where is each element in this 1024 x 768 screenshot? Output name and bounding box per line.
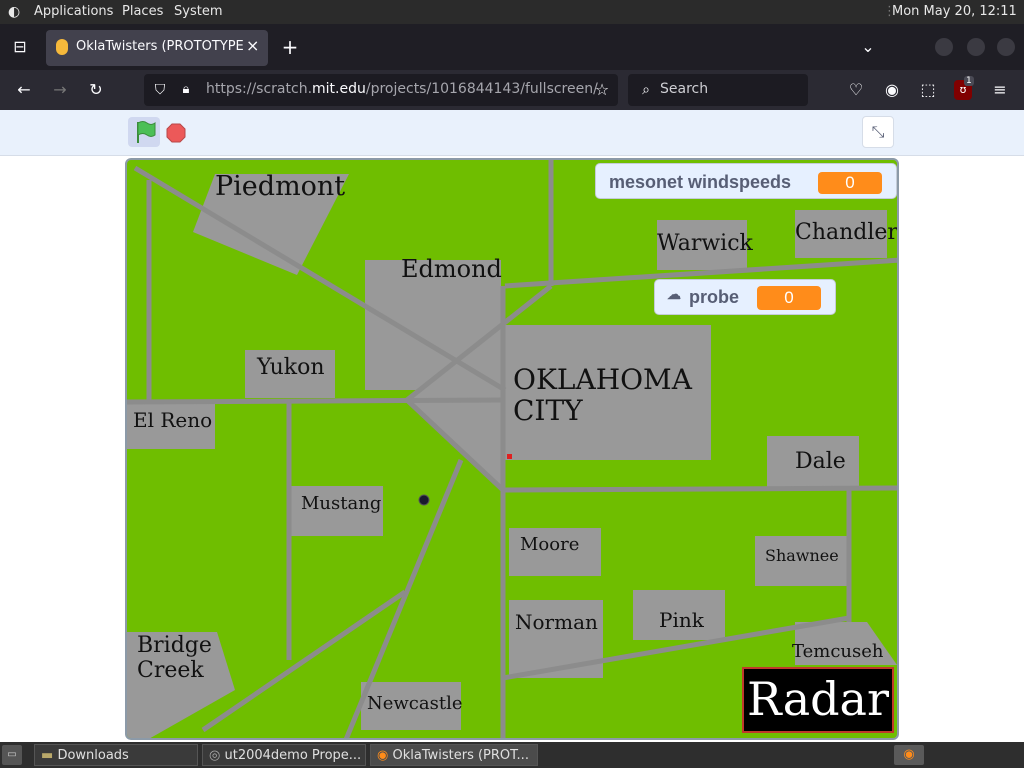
green-flag-button[interactable] (128, 117, 160, 147)
close-window-button[interactable] (997, 38, 1015, 56)
label-oklahoma-city: OKLAHOMA CITY (513, 363, 692, 428)
storm-marker[interactable] (418, 494, 430, 506)
radar-button[interactable]: Radar (742, 667, 894, 733)
green-flag-icon (137, 121, 156, 143)
mesonet-value: 0 (818, 172, 882, 194)
map-canvas (127, 160, 897, 738)
label-warwick: Warwick (657, 231, 753, 256)
show-desktop-icon[interactable]: ▭ (2, 745, 22, 765)
probe-sprite[interactable] (507, 454, 512, 459)
label-el-reno: El Reno (133, 408, 213, 432)
exit-fullscreen-icon[interactable]: ⤡ (862, 116, 894, 148)
scratch-stage[interactable]: Piedmont Edmond Warwick Chandler Yukon O… (125, 158, 899, 740)
search-placeholder: Search (660, 81, 709, 97)
tab-close-icon[interactable]: × (246, 36, 259, 55)
navigation-toolbar: ← → ↻ ⛉ 🔒︎ https://scratch.mit.edu/proje… (0, 70, 1024, 110)
system-menu[interactable]: System (174, 0, 222, 24)
reload-icon[interactable]: ↻ (84, 78, 108, 102)
probe-sprite-icon: ☁ (667, 286, 681, 302)
places-menu[interactable]: Places (122, 0, 163, 24)
scratch-controls-bar: ⤡ (0, 110, 1024, 156)
label-bridge-creek: Bridge Creek (137, 633, 212, 683)
url-prefix: https://scratch. (206, 81, 313, 97)
system-top-bar: ◐ Applications Places System ⋮ Mon May 2… (0, 0, 1024, 43)
tab-oklatwisters[interactable]: OklaTwisters (PROTOTYPE) × (46, 30, 268, 66)
taskbar-label-downloads: Downloads (57, 748, 129, 763)
label-moore: Moore (520, 534, 580, 555)
tab-strip: ⊟ OklaTwisters (PROTOTYPE) × + ⌄ (0, 24, 1024, 70)
probe-value: 0 (757, 286, 821, 310)
mesonet-label: mesonet windspeeds (609, 172, 792, 192)
label-shawnee: Shawnee (765, 546, 839, 565)
list-all-tabs-chevron-icon[interactable]: ⌄ (856, 35, 880, 59)
bookmark-star-icon[interactable]: ☆ (590, 78, 614, 102)
url-bar[interactable]: ⛉ 🔒︎ https://scratch.mit.edu/projects/10… (144, 74, 618, 106)
label-mustang: Mustang (301, 493, 382, 514)
taskbar-item-downloads[interactable]: ▬ Downloads (34, 744, 198, 766)
url-domain: mit.edu (312, 81, 366, 97)
road-i40-west (127, 397, 506, 405)
maximize-window-button[interactable] (967, 38, 985, 56)
account-icon[interactable]: ◉ (880, 78, 904, 102)
label-edmond: Edmond (401, 255, 502, 283)
scratch-favicon-icon (56, 39, 68, 55)
folder-icon: ▬ (41, 748, 54, 763)
applications-menu[interactable]: Applications (34, 0, 113, 24)
extension-badge: 1 (964, 76, 974, 86)
taskbar-label-ut2004demo: ut2004demo Prope... (224, 748, 362, 763)
probe-monitor[interactable]: ☁ probe 0 (654, 279, 836, 315)
forward-arrow-icon[interactable]: → (48, 78, 72, 102)
url-path: /projects/1016844143/fullscreen/ (365, 81, 598, 97)
mesonet-windspeeds-monitor[interactable]: mesonet windspeeds 0 (595, 163, 897, 199)
label-yukon: Yukon (257, 355, 325, 380)
label-temcuseh: Temcuseh (792, 641, 884, 662)
road-i40-east (502, 485, 897, 493)
taskbar-label-oklatwisters: OklaTwisters (PROT... (392, 748, 529, 763)
taskbar-item-oklatwisters[interactable]: ◉ OklaTwisters (PROT... (370, 744, 538, 766)
pocket-icon[interactable]: ♡ (844, 78, 868, 102)
shield-icon[interactable]: ⛉ (148, 78, 172, 102)
taskbar: ▭ ▬ Downloads ◎ ut2004demo Prope... ◉ Ok… (0, 742, 1024, 768)
label-norman: Norman (515, 610, 598, 634)
workspace-firefox-icon[interactable]: ◉ (894, 745, 924, 765)
label-newcastle: Newcastle (367, 693, 463, 714)
search-bar[interactable]: ⌕ Search (628, 74, 808, 106)
probe-label: probe (689, 287, 740, 307)
taskbar-item-ut2004demo[interactable]: ◎ ut2004demo Prope... (202, 744, 366, 766)
firefox-icon: ◉ (377, 748, 389, 763)
tab-title: OklaTwisters (PROTOTYPE) (76, 39, 244, 54)
lock-icon[interactable]: 🔒︎ (174, 78, 198, 102)
label-dale: Dale (795, 449, 846, 474)
back-arrow-icon[interactable]: ← (12, 78, 36, 102)
search-icon: ⌕ (642, 82, 650, 98)
tab-overview-icon[interactable]: ⊟ (8, 35, 32, 59)
extensions-puzzle-icon[interactable]: ⬚ (916, 78, 940, 102)
distro-logo-icon[interactable]: ◐ (8, 0, 20, 24)
label-pink: Pink (659, 608, 704, 632)
hamburger-menu-icon[interactable]: ≡ (988, 78, 1012, 102)
stop-sign-icon (166, 123, 186, 143)
label-chandler: Chandler (795, 220, 898, 245)
stop-button[interactable] (166, 123, 186, 143)
unreal-icon: ◎ (209, 748, 221, 763)
url-text[interactable]: https://scratch.mit.edu/projects/1016844… (206, 81, 598, 97)
new-tab-button[interactable]: + (278, 35, 302, 59)
minimize-window-button[interactable] (935, 38, 953, 56)
label-piedmont: Piedmont (215, 171, 346, 202)
